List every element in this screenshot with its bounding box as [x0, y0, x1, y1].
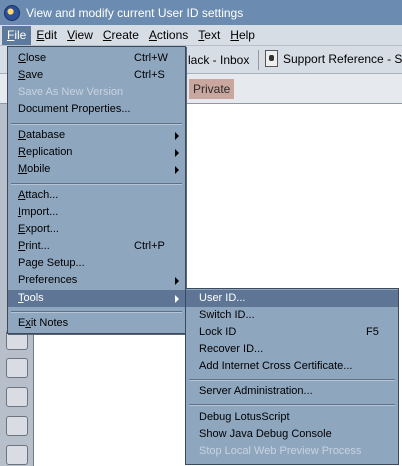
- file-import[interactable]: Import...: [8, 204, 185, 221]
- file-menu: Close Ctrl+W Save Ctrl+S Save As New Versi…: [7, 46, 186, 334]
- menu-separator: [189, 404, 395, 406]
- menu-text[interactable]: Text: [193, 26, 225, 45]
- menu-separator: [11, 123, 182, 125]
- menu-actions[interactable]: Actions: [144, 26, 193, 45]
- submenu-arrow-icon: [175, 295, 179, 303]
- tab-support-reference-label: Support Reference - Sup: [283, 51, 402, 66]
- tools-switch-id[interactable]: Switch ID...: [186, 307, 398, 324]
- globe-icon[interactable]: [6, 416, 28, 436]
- submenu-arrow-icon: [175, 166, 179, 174]
- tools-lock-id[interactable]: Lock ID F5: [186, 324, 398, 341]
- tools-user-id[interactable]: User ID...: [186, 290, 398, 307]
- file-export[interactable]: Export...: [8, 221, 185, 238]
- private-chip[interactable]: Private: [189, 79, 235, 99]
- title-bar: View and modify current User ID settings: [0, 0, 402, 25]
- tools-show-java-debug-console[interactable]: Show Java Debug Console: [186, 426, 398, 443]
- file-save[interactable]: Save Ctrl+S: [8, 67, 185, 84]
- menu-create[interactable]: Create: [98, 26, 144, 45]
- file-tools[interactable]: Tools: [8, 290, 185, 307]
- tools-server-administration[interactable]: Server Administration...: [186, 383, 398, 400]
- file-page-setup[interactable]: Page Setup...: [8, 255, 185, 272]
- submenu-arrow-icon: [175, 277, 179, 285]
- menu-file[interactable]: File: [2, 25, 32, 45]
- menu-separator: [11, 311, 182, 313]
- tools-submenu: User ID... Switch ID... Lock ID F5 Recove…: [185, 288, 399, 465]
- file-attach[interactable]: Attach...: [8, 187, 185, 204]
- file-print[interactable]: Print... Ctrl+P: [8, 238, 185, 255]
- tab-inbox[interactable]: lack - Inbox: [188, 53, 249, 67]
- file-replication[interactable]: Replication: [8, 144, 185, 161]
- menu-view[interactable]: View: [62, 26, 98, 45]
- file-database[interactable]: Database: [8, 127, 185, 144]
- window-title: View and modify current User ID settings: [26, 5, 244, 20]
- book-icon[interactable]: [6, 358, 28, 378]
- tab-support-reference[interactable]: Support Reference - Sup: [265, 50, 402, 67]
- file-close[interactable]: Close Ctrl+W: [8, 50, 185, 67]
- file-exit-notes[interactable]: Exit Notes: [8, 315, 185, 332]
- lotus-notes-app-icon[interactable]: [4, 4, 20, 21]
- tools-recover-id[interactable]: Recover ID...: [186, 341, 398, 358]
- file-save-as-new-version: Save As New Version: [18, 86, 124, 98]
- menu-edit[interactable]: Edit: [31, 26, 62, 45]
- file-preferences[interactable]: Preferences: [8, 272, 185, 289]
- tools-add-internet-cross-certificate[interactable]: Add Internet Cross Certificate...: [186, 358, 398, 375]
- submenu-arrow-icon: [175, 132, 179, 140]
- folder-icon[interactable]: [6, 387, 28, 407]
- menu-help[interactable]: Help: [225, 26, 260, 45]
- submenu-arrow-icon: [175, 149, 179, 157]
- tools-stop-local-web-preview: Stop Local Web Preview Process: [199, 445, 362, 457]
- menu-separator: [189, 379, 395, 381]
- menu-bar: File Edit View Create Actions Text Help: [0, 25, 402, 46]
- file-document-properties[interactable]: Document Properties...: [8, 101, 185, 118]
- menu-separator: [11, 183, 182, 185]
- tab-divider: [258, 50, 259, 70]
- notes-icon[interactable]: [6, 445, 28, 465]
- document-icon: [265, 50, 278, 67]
- tools-debug-lotusscript[interactable]: Debug LotusScript: [186, 409, 398, 426]
- file-mobile[interactable]: Mobile: [8, 161, 185, 178]
